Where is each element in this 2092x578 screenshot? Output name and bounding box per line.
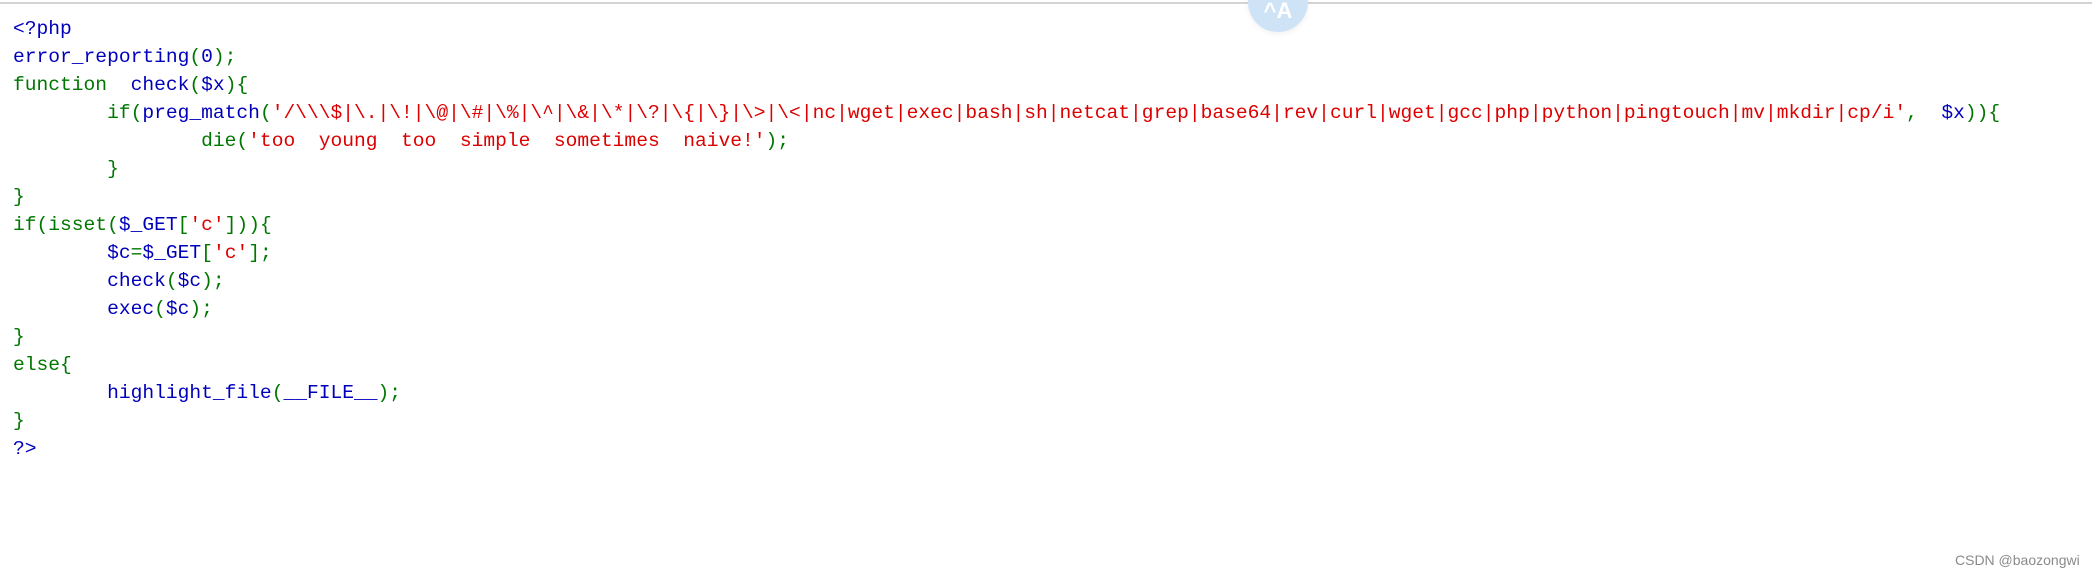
code-token: ){	[224, 74, 249, 96]
code-token: function	[13, 74, 131, 96]
code-token: }	[13, 410, 25, 432]
code-token: <?php	[13, 18, 72, 40]
code-line: function check($x){	[13, 71, 2000, 99]
code-token: else{	[13, 354, 72, 376]
code-token: 'too young too simple sometimes naive!'	[248, 130, 766, 152]
code-token: ?>	[13, 438, 37, 460]
code-token: $c	[177, 270, 202, 292]
code-line: else{	[13, 351, 2000, 379]
code-line: if(preg_match('/\\\$|\.|\!|\@|\#|\%|\^|\…	[13, 99, 2000, 127]
code-line: }	[13, 183, 2000, 211]
code-token: );	[377, 382, 402, 404]
code-token: [	[177, 214, 190, 236]
code-token: $c	[165, 298, 190, 320]
code-token: error_reporting	[13, 46, 190, 68]
code-token: $c	[107, 242, 131, 264]
code-line: $c=$_GET['c'];	[13, 239, 2000, 267]
code-token: check	[130, 74, 190, 96]
code-token: ])){	[224, 214, 272, 236]
code-token: (	[154, 298, 166, 320]
code-token: );	[201, 270, 225, 292]
code-line: die('too young too simple sometimes naiv…	[13, 127, 2000, 155]
code-token: check	[107, 270, 166, 292]
code-token: );	[212, 46, 237, 68]
code-token: ,	[1906, 102, 1942, 124]
code-line: ?>	[13, 435, 2000, 463]
code-token: 0	[201, 46, 213, 68]
code-line: exec($c);	[13, 295, 2000, 323]
code-token: die(	[13, 130, 249, 152]
code-token: 'c'	[212, 242, 249, 264]
code-token: highlight_file	[107, 382, 272, 404]
code-token: }	[13, 186, 25, 208]
code-token: ];	[248, 242, 272, 264]
code-line: check($c);	[13, 267, 2000, 295]
code-token: '/\\\$|\.|\!|\@|\#|\%|\^|\&|\*|\?|\{|\}|…	[271, 102, 1907, 124]
code-line: highlight_file(__FILE__);	[13, 379, 2000, 407]
code-token: if(	[13, 102, 143, 124]
code-token: }	[13, 158, 119, 180]
code-token: preg_match	[142, 102, 260, 124]
code-token: (	[165, 270, 178, 292]
code-token: (	[259, 102, 272, 124]
code-token: $x	[201, 74, 225, 96]
code-line: }	[13, 155, 2000, 183]
code-token: $_GET	[118, 214, 178, 236]
code-token: exec	[107, 298, 155, 320]
code-token: $x	[1941, 102, 1965, 124]
code-token: (	[189, 46, 202, 68]
watermark: CSDN @baozongwi	[1955, 552, 2080, 568]
code-token: }	[13, 326, 25, 348]
code-token: $_GET	[142, 242, 202, 264]
code-token: [	[201, 242, 213, 264]
code-token: )){	[1964, 102, 2001, 124]
code-token: (	[271, 382, 284, 404]
top-divider	[0, 2, 2092, 4]
code-token: __FILE__	[283, 382, 378, 404]
code-token: 'c'	[189, 214, 225, 236]
code-token: (	[189, 74, 202, 96]
code-token: =	[130, 242, 143, 264]
code-token: if(isset(	[13, 214, 119, 236]
code-token: );	[189, 298, 213, 320]
code-line: }	[13, 323, 2000, 351]
php-source-code: <?php error_reporting(0); function check($…	[13, 15, 2000, 463]
code-line: <?php	[13, 15, 2000, 43]
code-line: }	[13, 407, 2000, 435]
code-line: error_reporting(0);	[13, 43, 2000, 71]
code-token: );	[765, 130, 790, 152]
code-line: if(isset($_GET['c'])){	[13, 211, 2000, 239]
